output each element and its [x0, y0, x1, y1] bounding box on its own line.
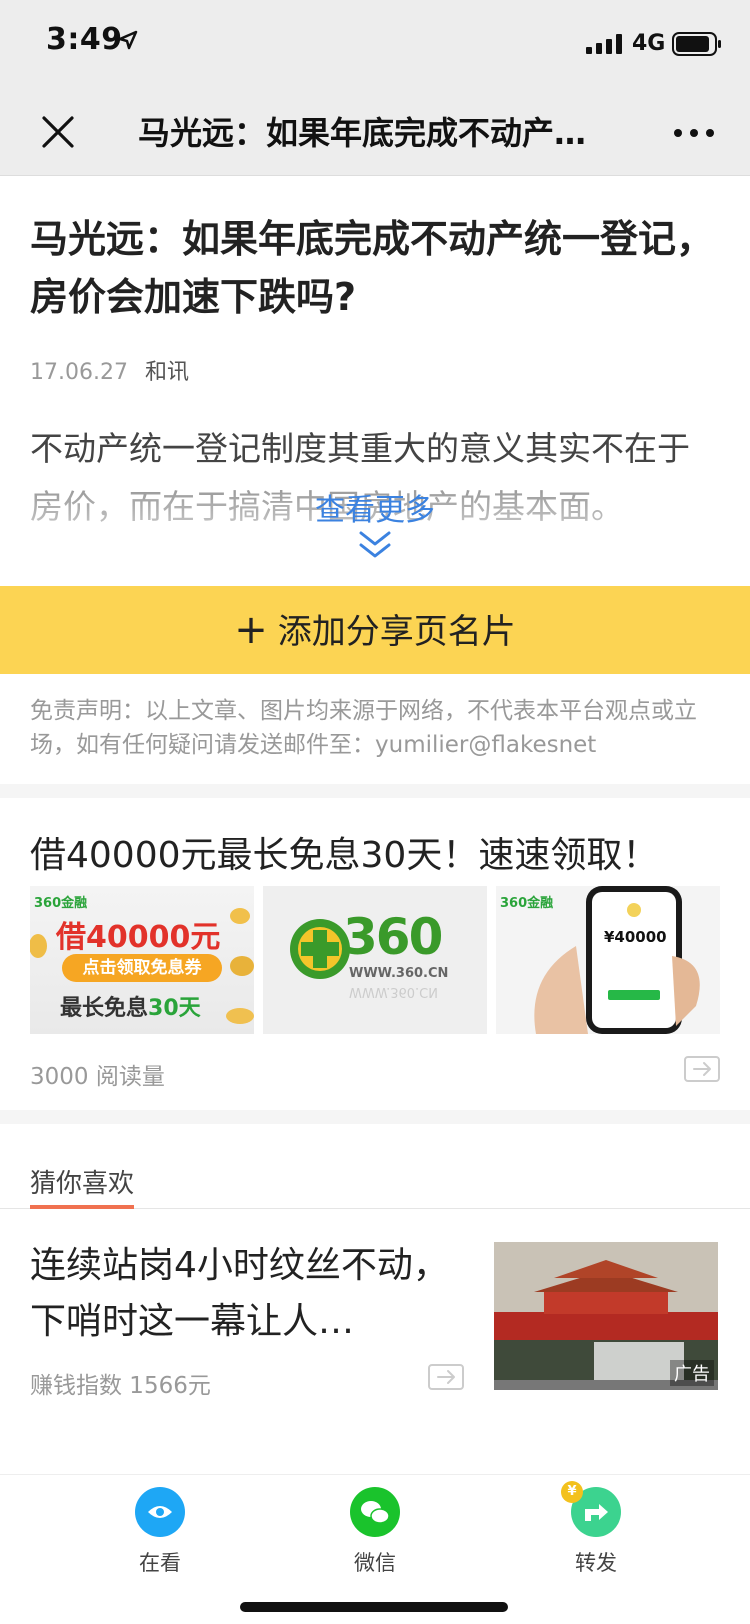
recommend-item-image[interactable]: 广告: [494, 1242, 718, 1390]
article-date: 17.06.27: [30, 360, 128, 385]
network-type: 4G: [632, 31, 666, 56]
article-meta: 17.06.27 和讯: [30, 354, 189, 386]
add-share-card-button[interactable]: + 添加分享页名片: [0, 586, 750, 674]
more-options-icon[interactable]: [670, 118, 718, 148]
double-chevron-down-icon[interactable]: [357, 530, 393, 560]
ad-badge: 广告: [670, 1360, 714, 1386]
tab-recommend[interactable]: 猜你喜欢: [30, 1163, 134, 1200]
plus-icon: +: [234, 607, 268, 653]
recommend-item-stat: 赚钱指数 1566元: [30, 1373, 211, 1399]
nav-bar: 马光远：如果年底完成不动产…: [0, 88, 750, 176]
status-time: 3:49: [46, 22, 123, 57]
recommend-item-title[interactable]: 连续站岗4小时纹丝不动，下哨时这一幕让人…: [30, 1238, 460, 1350]
yen-badge-icon: ¥: [561, 1481, 583, 1503]
status-bar: 3:49 4G: [0, 0, 750, 88]
logo-360-text: 360: [343, 908, 443, 966]
arrow-right-icon: [693, 1062, 711, 1076]
signal-icon: [586, 34, 622, 54]
article-source[interactable]: 和讯: [145, 360, 189, 385]
tab-wechat-label: 微信: [354, 1551, 396, 1575]
nav-title: 马光远：如果年底完成不动产…: [138, 114, 587, 152]
ad-image-360-logo[interactable]: 360 WWW.360.CN WWW.360.CN: [263, 886, 487, 1034]
close-icon[interactable]: [38, 112, 78, 152]
share-arrow-icon[interactable]: [684, 1056, 720, 1082]
tab-looking[interactable]: 在看: [100, 1487, 220, 1577]
home-indicator[interactable]: [240, 1602, 508, 1612]
phone-in-hand: [534, 886, 700, 1034]
tab-wechat[interactable]: 微信: [315, 1487, 435, 1577]
ad-coupon-pill: 点击领取免息券: [62, 954, 222, 982]
arrow-right-icon: [437, 1370, 455, 1384]
section-divider-2: [0, 1110, 750, 1124]
read-more-link[interactable]: 查看更多: [0, 485, 750, 529]
disclaimer: 免责声明：以上文章、图片均来源于网络，不代表本平台观点或立场，如有任何疑问请发送…: [30, 698, 697, 758]
wechat-icon: [350, 1487, 400, 1537]
location-arrow-icon: [118, 30, 138, 50]
tab-forward-label: 转发: [575, 1551, 617, 1575]
add-share-card-label: 添加分享页名片: [277, 612, 516, 652]
brand-360-finance: 360金融: [34, 896, 88, 911]
share-arrow-icon-2[interactable]: [428, 1364, 464, 1390]
phone-amount: ¥40000: [604, 928, 667, 946]
section-divider: [0, 784, 750, 798]
battery-icon: [672, 32, 721, 56]
article-title: 马光远：如果年底完成不动产统一登记，房价会加速下跌吗?: [30, 217, 715, 319]
ad-title[interactable]: 借40000元最长免息30天！速速领取！: [30, 826, 658, 878]
ad-free-interest: 最长免息30天: [60, 996, 201, 1021]
tab-looking-label: 在看: [139, 1551, 181, 1575]
ad-read-count: 3000 阅读量: [30, 1064, 165, 1090]
tab-active-underline: [30, 1205, 134, 1209]
eye-icon: [135, 1487, 185, 1537]
logo-url-reflection: WWW.360.CN: [349, 984, 438, 999]
logo-url: WWW.360.CN: [349, 966, 449, 981]
tab-forward[interactable]: ¥ 转发: [536, 1481, 656, 1577]
ad-loan-amount: 借40000元: [56, 920, 221, 955]
forward-icon: ¥: [561, 1481, 621, 1537]
ad-image-phone[interactable]: 360金融 ¥40000: [496, 886, 720, 1034]
ad-image-loan[interactable]: 360金融 借40000元 点击领取免息券 最长免息30天: [30, 886, 254, 1034]
